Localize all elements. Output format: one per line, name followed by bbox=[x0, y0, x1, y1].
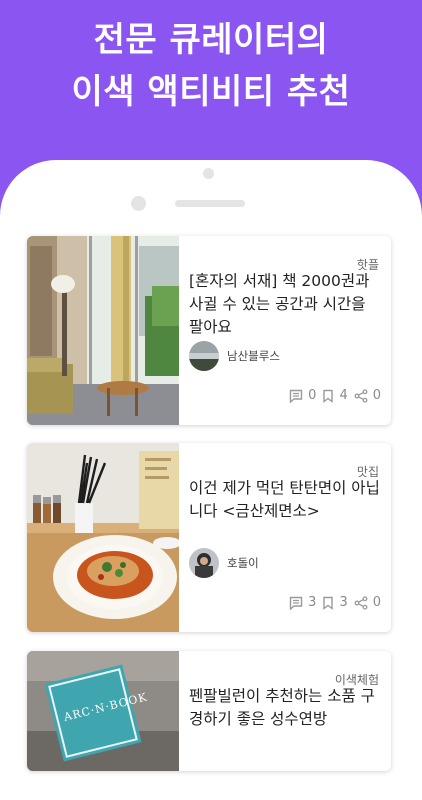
bookmark-icon bbox=[323, 596, 334, 610]
comment-count[interactable]: 3 bbox=[289, 595, 316, 610]
post-stats: 3 3 0 bbox=[289, 595, 381, 610]
share-count[interactable]: 0 bbox=[354, 595, 381, 610]
bookmark-count-value: 4 bbox=[339, 388, 348, 403]
post-card-body[interactable]: 맛집 이건 제가 먹던 탄탄면이 아닙니다 <금산제면소> 호돌이 3 3 0 bbox=[179, 443, 391, 632]
comment-icon bbox=[289, 389, 303, 403]
comment-count-value: 3 bbox=[308, 595, 317, 610]
post-thumbnail-reading-room[interactable] bbox=[27, 236, 179, 425]
bookmark-count-value: 3 bbox=[339, 595, 348, 610]
post-card[interactable]: ARC·N·BOOK 이색체험 펜팔빌런이 추천하는 소품 구경하기 좋은 성수… bbox=[27, 651, 391, 771]
post-card-body[interactable]: 핫플 [혼자의 서재] 책 2000권과 사귈 수 있는 공간과 시간을 팔아요… bbox=[179, 236, 391, 425]
share-count[interactable]: 0 bbox=[354, 388, 381, 403]
post-title[interactable]: [혼자의 서재] 책 2000권과 사귈 수 있는 공간과 시간을 팔아요 bbox=[189, 270, 381, 339]
comment-count-value: 0 bbox=[308, 388, 317, 403]
promo-headline: 전문 큐레이터의 이색 액티비티 추천 bbox=[0, 14, 422, 118]
post-author[interactable]: 호돌이 bbox=[189, 548, 259, 578]
post-title[interactable]: 이건 제가 먹던 탄탄면이 아닙니다 <금산제면소> bbox=[189, 477, 381, 523]
post-title[interactable]: 펜팔빌런이 추천하는 소품 구경하기 좋은 성수연방 bbox=[189, 685, 381, 731]
author-name: 호돌이 bbox=[227, 556, 259, 570]
comment-count[interactable]: 0 bbox=[289, 388, 316, 403]
share-icon bbox=[354, 388, 368, 403]
bookmark-count[interactable]: 4 bbox=[322, 388, 348, 403]
phone-sensor bbox=[203, 168, 214, 179]
post-stats: 0 4 0 bbox=[289, 388, 381, 403]
author-name: 남산블루스 bbox=[227, 349, 280, 363]
headline-line-1: 전문 큐레이터의 bbox=[93, 20, 329, 60]
bookmark-count[interactable]: 3 bbox=[322, 595, 348, 610]
phone-speaker bbox=[175, 200, 245, 207]
bookmark-icon bbox=[323, 389, 334, 403]
phone-camera bbox=[131, 196, 146, 211]
post-card[interactable]: 맛집 이건 제가 먹던 탄탄면이 아닙니다 <금산제면소> 호돌이 3 3 0 bbox=[27, 443, 391, 632]
author-avatar bbox=[189, 341, 219, 371]
share-icon bbox=[354, 595, 368, 610]
comment-icon bbox=[289, 596, 303, 610]
post-author[interactable]: 남산블루스 bbox=[189, 341, 280, 371]
author-avatar bbox=[189, 548, 219, 578]
headline-line-2: 이색 액티비티 추천 bbox=[71, 72, 351, 112]
share-count-value: 0 bbox=[372, 388, 381, 403]
post-card[interactable]: 핫플 [혼자의 서재] 책 2000권과 사귈 수 있는 공간과 시간을 팔아요… bbox=[27, 236, 391, 425]
post-thumbnail-noodles[interactable] bbox=[27, 443, 181, 632]
share-count-value: 0 bbox=[372, 595, 381, 610]
post-thumbnail-bookstore[interactable]: ARC·N·BOOK bbox=[27, 651, 179, 771]
post-card-body[interactable]: 이색체험 펜팔빌런이 추천하는 소품 구경하기 좋은 성수연방 bbox=[179, 651, 391, 771]
